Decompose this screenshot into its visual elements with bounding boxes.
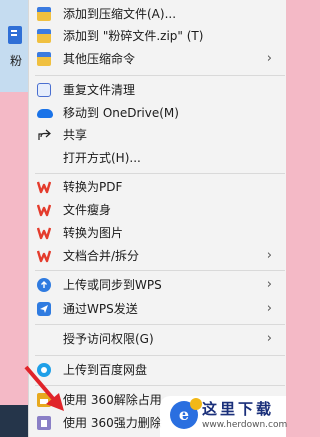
menu-item-add-to-archive[interactable]: 添加到压缩文件(A)...	[29, 2, 286, 26]
menu-item-other-compress[interactable]: 其他压缩命令 ›	[29, 47, 286, 71]
menu-item-label: 添加到压缩文件(A)...	[63, 7, 177, 21]
archive-icon	[37, 29, 51, 43]
red-annotation-arrow-icon	[24, 365, 64, 411]
menu-item-convert-image[interactable]: 转换为图片	[29, 221, 286, 245]
menu-item-label: 打开方式(H)...	[63, 151, 141, 165]
menu-item-label: 授予访问权限(G)	[63, 332, 154, 346]
archive-icon	[37, 52, 51, 66]
duplicate-cleanup-icon	[37, 83, 51, 97]
menu-item-label: 使用 360强力删除	[63, 416, 162, 430]
cloud-upload-icon	[37, 278, 51, 292]
menu-item-label: 其他压缩命令	[63, 52, 136, 66]
menu-separator	[35, 75, 285, 76]
send-icon	[37, 302, 51, 316]
wps-icon	[37, 203, 51, 217]
watermark-url: www.herdown.com	[202, 420, 288, 430]
menu-item-merge-split[interactable]: 文档合并/拆分 ›	[29, 244, 286, 268]
menu-separator	[35, 270, 285, 271]
archive-icon	[37, 7, 51, 21]
menu-item-label: 使用 360解除占用	[63, 393, 162, 407]
menu-separator	[35, 324, 285, 325]
chevron-right-icon: ›	[266, 331, 272, 346]
desktop-file-label: 粉	[10, 54, 23, 68]
context-menu: 添加到压缩文件(A)... 添加到 "粉碎文件.zip" (T) 其他压缩命令 …	[28, 0, 286, 437]
share-icon	[37, 128, 51, 142]
watermark-title: 这里下载	[202, 400, 275, 418]
menu-item-upload-wps[interactable]: 上传或同步到WPS ›	[29, 273, 286, 297]
menu-item-label: 文件瘦身	[63, 203, 112, 217]
desktop-selected-file[interactable]	[0, 0, 28, 92]
menu-item-label: 重复文件清理	[63, 83, 136, 97]
menu-item-move-to-onedrive[interactable]: 移动到 OneDrive(M)	[29, 101, 286, 125]
document-icon	[8, 26, 22, 44]
watermark-logo-icon: e	[170, 398, 202, 429]
menu-item-file-slim[interactable]: 文件瘦身	[29, 198, 286, 222]
wps-icon	[37, 249, 51, 263]
menu-item-convert-pdf[interactable]: 转换为PDF	[29, 175, 286, 199]
menu-item-baidu-upload[interactable]: 上传到百度网盘	[29, 358, 286, 382]
chevron-right-icon: ›	[266, 51, 272, 66]
menu-item-duplicate-cleanup[interactable]: 重复文件清理	[29, 78, 286, 102]
site-watermark: e 这里下载 www.herdown.com	[160, 396, 288, 437]
chevron-right-icon: ›	[266, 277, 272, 292]
menu-item-label: 文档合并/拆分	[63, 249, 140, 263]
menu-item-label: 通过WPS发送	[63, 302, 138, 316]
menu-separator	[35, 355, 285, 356]
onedrive-icon	[37, 109, 53, 118]
menu-item-open-with[interactable]: 打开方式(H)...	[29, 146, 286, 170]
menu-item-send-wps[interactable]: 通过WPS发送 ›	[29, 297, 286, 321]
menu-item-share[interactable]: 共享	[29, 123, 286, 147]
menu-item-label: 转换为图片	[63, 226, 124, 240]
menu-item-label: 共享	[63, 128, 88, 142]
menu-item-label: 上传或同步到WPS	[63, 278, 162, 292]
menu-item-grant-access[interactable]: 授予访问权限(G) ›	[29, 327, 286, 351]
menu-item-label: 上传到百度网盘	[63, 363, 148, 377]
chevron-right-icon: ›	[266, 248, 272, 263]
menu-separator	[35, 385, 285, 386]
360-delete-icon	[37, 416, 51, 430]
menu-item-label: 移动到 OneDrive(M)	[63, 106, 179, 120]
wps-icon	[37, 180, 51, 194]
menu-item-add-to-zip[interactable]: 添加到 "粉碎文件.zip" (T)	[29, 24, 286, 48]
menu-separator	[35, 173, 285, 174]
chevron-right-icon: ›	[266, 301, 272, 316]
wps-icon	[37, 226, 51, 240]
menu-item-label: 转换为PDF	[63, 180, 123, 194]
menu-item-label: 添加到 "粉碎文件.zip" (T)	[63, 29, 204, 43]
